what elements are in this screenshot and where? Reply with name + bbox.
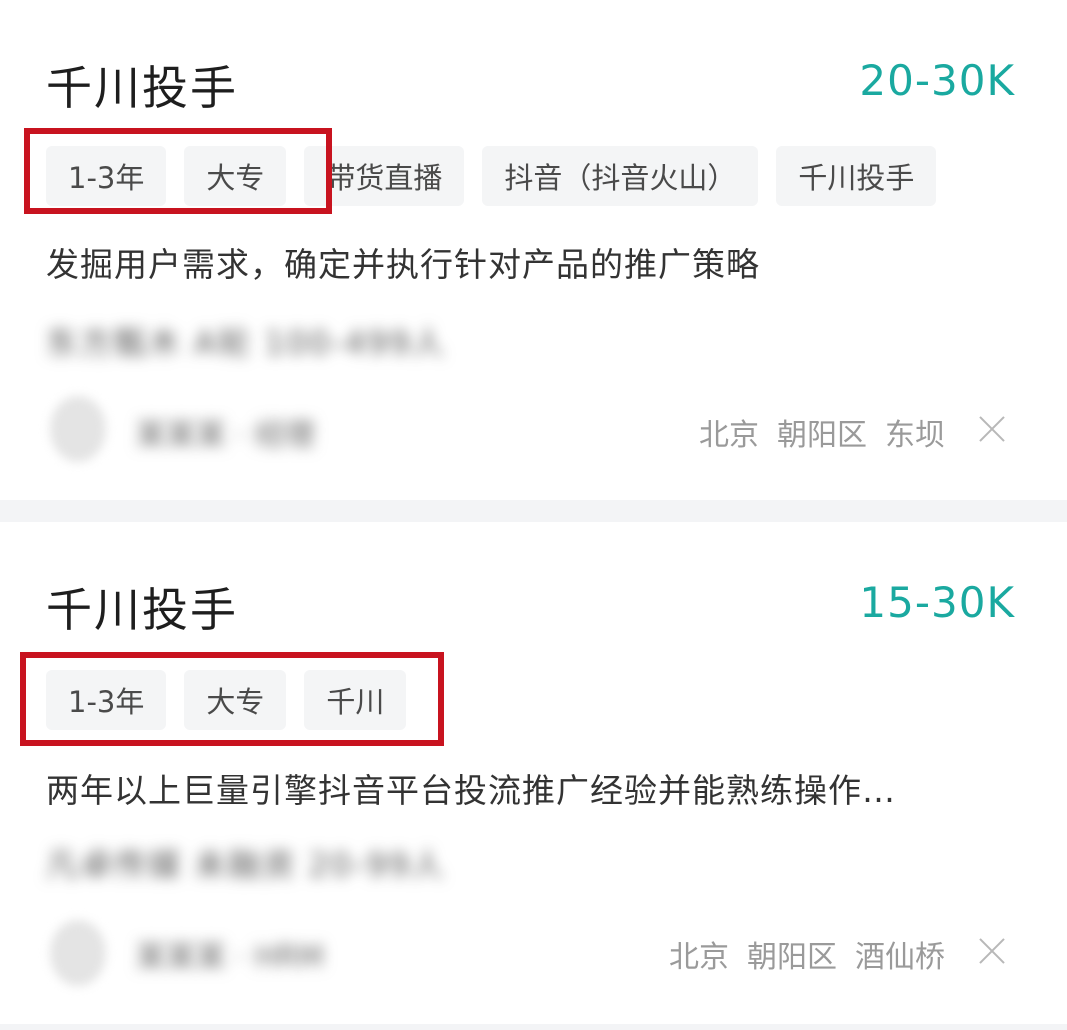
tag-platform: 抖音（抖音火山） bbox=[482, 146, 759, 206]
location: 北京 朝阳区 酒仙桥 bbox=[669, 932, 945, 976]
location-district: 朝阳区 bbox=[777, 418, 867, 453]
avatar bbox=[50, 920, 106, 986]
job-description: 发掘用户需求，确定并执行针对产品的推广策略 bbox=[46, 245, 760, 284]
card-divider bbox=[0, 1024, 1067, 1030]
highlight-box bbox=[20, 652, 444, 746]
salary: 20-30K bbox=[859, 56, 1015, 105]
location-area: 东坝 bbox=[885, 418, 945, 453]
location-district: 朝阳区 bbox=[747, 940, 837, 975]
job-description: 两年以上巨量引擎抖音平台投流推广经验并能熟练操作… bbox=[46, 771, 896, 810]
tag-role: 千川投手 bbox=[776, 146, 937, 206]
job-title: 千川投手 bbox=[46, 583, 238, 637]
job-card[interactable]: 千川投手 20-30K 1-3年 大专 带货直播 抖音（抖音火山） 千川投手 发… bbox=[0, 0, 1067, 500]
job-card[interactable]: 千川投手 15-30K 1-3年 大专 千川 两年以上巨量引擎抖音平台投流推广经… bbox=[0, 522, 1067, 1022]
close-icon[interactable] bbox=[977, 936, 1007, 966]
company-info: 凡卓传媒 未融资 20-99人 bbox=[46, 846, 446, 884]
location-area: 酒仙桥 bbox=[855, 940, 945, 975]
location-city: 北京 bbox=[699, 418, 759, 453]
card-divider bbox=[0, 500, 1067, 522]
highlight-box bbox=[24, 128, 332, 214]
salary: 15-30K bbox=[859, 578, 1015, 627]
company-info: 东方甄木 A轮 100-499人 bbox=[46, 324, 446, 362]
recruiter-info: 某某某 · 经理 bbox=[136, 418, 315, 453]
recruiter-info: 某某某 · HRM bbox=[136, 940, 324, 975]
location: 北京 朝阳区 东坝 bbox=[699, 410, 945, 454]
avatar bbox=[50, 396, 106, 462]
job-title: 千川投手 bbox=[46, 61, 238, 115]
location-city: 北京 bbox=[669, 940, 729, 975]
close-icon[interactable] bbox=[977, 414, 1007, 444]
